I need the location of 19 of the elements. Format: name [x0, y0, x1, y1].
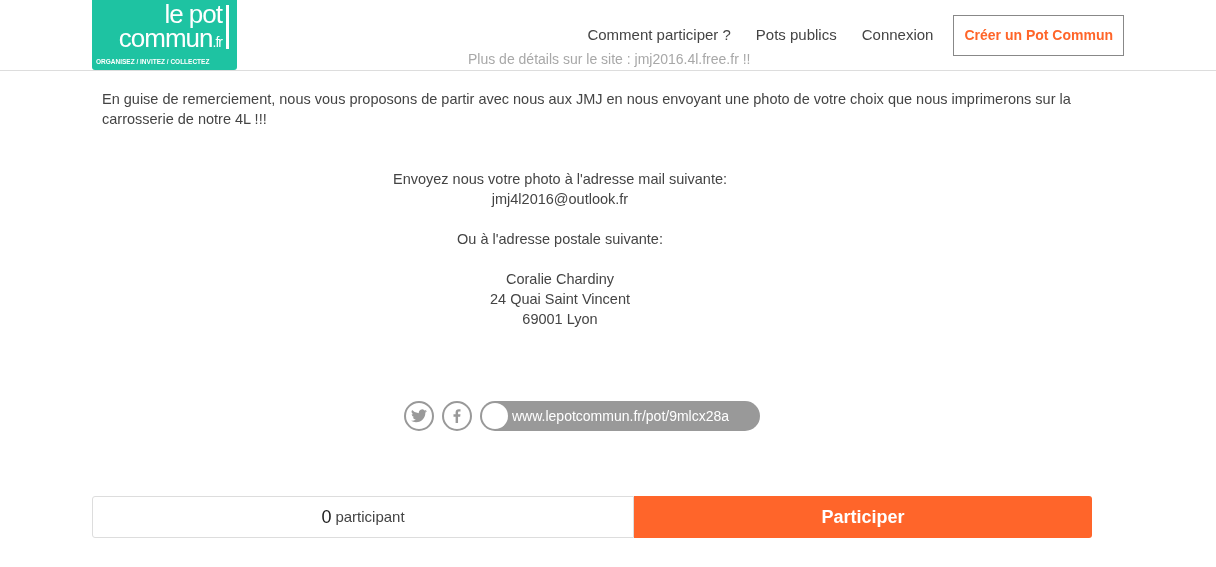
- address-line: 69001 Lyon: [522, 310, 598, 329]
- address-line: Coralie Chardiny: [506, 270, 614, 289]
- twitter-icon[interactable]: [404, 401, 434, 431]
- participant-count: 0 participant: [92, 496, 634, 538]
- nav-link[interactable]: Comment participer ?: [587, 23, 731, 47]
- url-toggle[interactable]: www.lepotcommun.fr/pot/9mlcx28a: [480, 401, 760, 431]
- intro-text: En guise de remerciement, nous vous proposons de partir avec nous aux JMJ en nous envoyant une photo de votre choix que nous imprimerons sur la carrosserie de notre 4L !!!: [102, 90, 1072, 129]
- logo-bar: [226, 5, 229, 49]
- create-pot-button[interactable]: Créer un Pot Commun: [953, 14, 1124, 56]
- participate-button[interactable]: Participer: [634, 496, 1092, 538]
- address-line: 24 Quai Saint Vincent: [490, 290, 630, 309]
- facebook-icon[interactable]: [442, 401, 472, 431]
- address-line: jmj4l2016@outlook.fr: [491, 190, 629, 209]
- pot-url: www.lepotcommun.fr/pot/9mlcx28a: [512, 406, 730, 426]
- address-line: Envoyez nous votre photo à l'adresse mail suivante:: [392, 170, 727, 189]
- nav-link[interactable]: Connexion: [861, 23, 934, 47]
- background-text: Plus de détails sur le site : jmj2016.4l.free.fr !!: [468, 50, 751, 68]
- address-line: Ou à l'adresse postale suivante:: [457, 230, 663, 249]
- nav-link[interactable]: Pots publics: [755, 23, 837, 47]
